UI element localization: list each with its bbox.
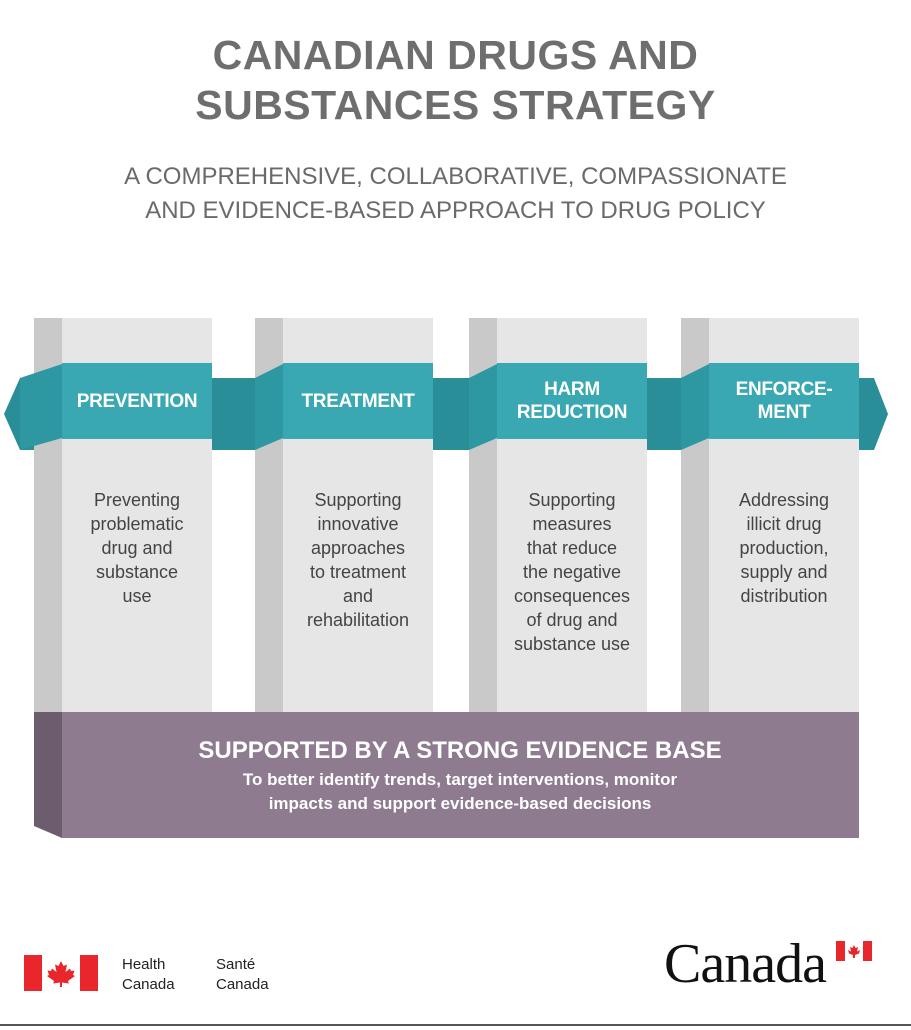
- wordmark-flag-icon: [836, 941, 872, 961]
- pillar-label-line-2: MENT: [757, 402, 811, 423]
- description-line: to treatment: [309, 562, 407, 582]
- pillar-harm-reduction-description: Supporting measures that reduce the nega…: [497, 488, 647, 656]
- dept-en-line-2: Canada: [122, 976, 175, 993]
- description-line: problematic: [90, 514, 184, 534]
- description-line: drug and: [101, 538, 173, 558]
- pillar-label-line-1: TREATMENT: [301, 390, 415, 412]
- description-line: innovative: [317, 514, 399, 534]
- pillar-harm-reduction-label: HARM REDUCTION: [497, 363, 647, 439]
- description-line: supply and: [740, 562, 828, 582]
- description-line: that reduce: [526, 538, 618, 558]
- foundation-line-1: To better identify trends, target interv…: [242, 770, 678, 789]
- dept-name-french: Santé Canada: [216, 955, 269, 995]
- canada-flag-icon: [24, 955, 98, 991]
- description-line: of drug and: [526, 610, 618, 630]
- canada-wordmark: Canada: [664, 933, 827, 995]
- description-line: Preventing: [93, 490, 181, 510]
- description-line: illicit drug: [746, 514, 822, 534]
- dept-name-english: Health Canada: [122, 955, 175, 995]
- foundation-line-2: impacts and support evidence-based decis…: [268, 794, 652, 813]
- description-line: use: [122, 586, 152, 606]
- description-line: Supporting: [314, 490, 402, 510]
- dept-en-line-1: Health: [122, 956, 166, 973]
- pillar-prevention-label: PREVENTION: [62, 363, 212, 439]
- description-line: substance: [95, 562, 179, 582]
- description-line: substance use: [513, 634, 631, 654]
- pillar-treatment-label: TREATMENT: [283, 363, 433, 439]
- pillar-treatment-description: Supporting innovative approaches to trea…: [283, 488, 433, 632]
- dept-fr-line-2: Canada: [216, 976, 269, 993]
- pillar-label-line-1: PREVENTION: [76, 390, 198, 412]
- pillar-enforcement-label: ENFORCE- MENT: [709, 363, 859, 439]
- foundation-description: To better identify trends, target interv…: [60, 768, 860, 816]
- bottom-rule: [0, 1024, 911, 1026]
- pillar-label-line-2: REDUCTION: [516, 402, 628, 423]
- pillar-label-line-1: ENFORCE-: [735, 379, 833, 400]
- pillar-enforcement-description: Addressing illicit drug production, supp…: [709, 488, 859, 608]
- description-line: production,: [739, 538, 829, 558]
- description-line: distribution: [740, 586, 828, 606]
- dept-fr-line-1: Santé: [216, 956, 256, 973]
- description-line: and: [342, 586, 374, 606]
- foundation-title: SUPPORTED BY A STRONG EVIDENCE BASE: [198, 737, 722, 764]
- description-line: consequences: [513, 586, 631, 606]
- description-line: the negative: [522, 562, 622, 582]
- pillar-label-line-1: HARM: [544, 379, 600, 400]
- description-line: rehabilitation: [306, 610, 410, 630]
- description-line: Addressing: [738, 490, 830, 510]
- description-line: Supporting: [528, 490, 616, 510]
- description-line: measures: [532, 514, 612, 534]
- description-line: approaches: [310, 538, 406, 558]
- pillar-prevention-description: Preventing problematic drug and substanc…: [62, 488, 212, 608]
